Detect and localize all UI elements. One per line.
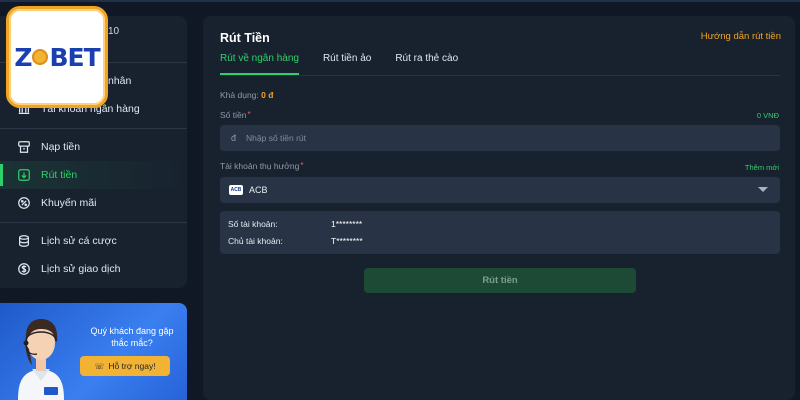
account-holder-value: T********	[331, 236, 363, 246]
logo-wordmark: Z BET	[14, 42, 100, 72]
amount-field[interactable]: đ	[220, 125, 780, 151]
required-marker: *	[300, 161, 304, 170]
sidebar-item-label: nhân	[108, 75, 132, 87]
tab-bank-withdraw[interactable]: Rút về ngân hàng	[220, 53, 299, 75]
support-now-button[interactable]: ☏ Hỗ trợ ngay!	[80, 356, 170, 376]
available-value: 0 đ	[261, 90, 274, 100]
coins-icon	[16, 234, 32, 248]
support-button-label: Hỗ trợ ngay!	[108, 361, 156, 371]
sidebar-item-label: Khuyến mãi	[41, 197, 97, 209]
currency-symbol: đ	[231, 133, 237, 143]
sidebar-item-deposit[interactable]: Nạp tiền	[0, 133, 187, 161]
amount-label-text: Số tiền	[220, 110, 247, 120]
sidebar-item-label: Nạp tiền	[41, 141, 81, 153]
account-holder-label: Chủ tài khoản:	[228, 236, 283, 246]
account-details: Số tài khoản: 1******** Chủ tài khoản: T…	[220, 211, 780, 254]
amount-note: 0 VNĐ	[756, 111, 779, 120]
promo-icon	[16, 196, 32, 210]
acb-bank-logo: ACB	[229, 185, 243, 195]
withdraw-submit-button[interactable]: Rút tiền	[364, 268, 636, 293]
sidebar-item-withdraw[interactable]: Rút tiền	[0, 161, 187, 189]
sidebar-item-label: Rút tiền	[41, 169, 78, 181]
withdraw-icon	[16, 168, 32, 182]
sidebar-item-transaction-history[interactable]: Lịch sử giao dịch	[0, 255, 187, 283]
bank-account-select[interactable]: ACB ACB	[220, 177, 780, 203]
atm-icon	[16, 140, 32, 154]
logo-text-right: BET	[49, 42, 100, 72]
account-number-label: Số tài khoản:	[228, 219, 278, 229]
support-agent-illustration	[18, 319, 64, 400]
selected-bank: ACB	[249, 185, 268, 195]
beneficiary-label: Tài khoản thụ hưởng*	[220, 161, 303, 171]
page-title: Rút Tiền	[220, 31, 270, 45]
support-banner: Quý khách đang gặp thắc mắc? ☏ Hỗ trợ ng…	[0, 303, 187, 400]
withdraw-panel: Rút Tiền Hướng dẫn rút tiền Rút về ngân …	[203, 16, 795, 400]
amount-label: Số tiền*	[220, 110, 251, 120]
sidebar-item-label: Lịch sử giao dịch	[41, 263, 121, 275]
zbet-logo[interactable]: Z BET	[6, 6, 108, 108]
tab-divider	[220, 75, 780, 76]
top-border	[0, 0, 800, 2]
withdraw-tabs: Rút về ngân hàng Rút tiền ảo Rút ra thẻ …	[220, 53, 482, 75]
logo-text-left: Z	[14, 42, 32, 72]
user-id: 10	[108, 26, 120, 37]
sidebar-item-bet-history[interactable]: Lịch sử cá cược	[0, 227, 187, 255]
amount-input[interactable]	[246, 133, 747, 143]
account-number-value: 1********	[331, 219, 363, 229]
headset-icon: ☏	[94, 361, 105, 371]
beneficiary-label-text: Tài khoản thụ hưởng	[220, 161, 300, 171]
chevron-down-icon	[758, 187, 768, 192]
dollar-icon	[16, 262, 32, 276]
add-account-link[interactable]: Thêm mới	[745, 163, 779, 172]
tab-crypto-withdraw[interactable]: Rút tiền ảo	[323, 53, 371, 75]
withdraw-guide-link[interactable]: Hướng dẫn rút tiền	[701, 31, 781, 42]
tab-card-withdraw[interactable]: Rút ra thẻ cào	[395, 53, 458, 75]
support-message: Quý khách đang gặp thắc mắc?	[90, 326, 174, 348]
available-label: Khả dụng:	[220, 90, 259, 100]
sidebar-item-promotions[interactable]: Khuyến mãi	[0, 189, 187, 217]
sidebar-item-label: Lịch sử cá cược	[41, 235, 117, 247]
required-marker: *	[247, 110, 251, 119]
available-balance: Khả dụng: 0 đ	[220, 90, 273, 100]
coin-icon	[32, 49, 49, 65]
